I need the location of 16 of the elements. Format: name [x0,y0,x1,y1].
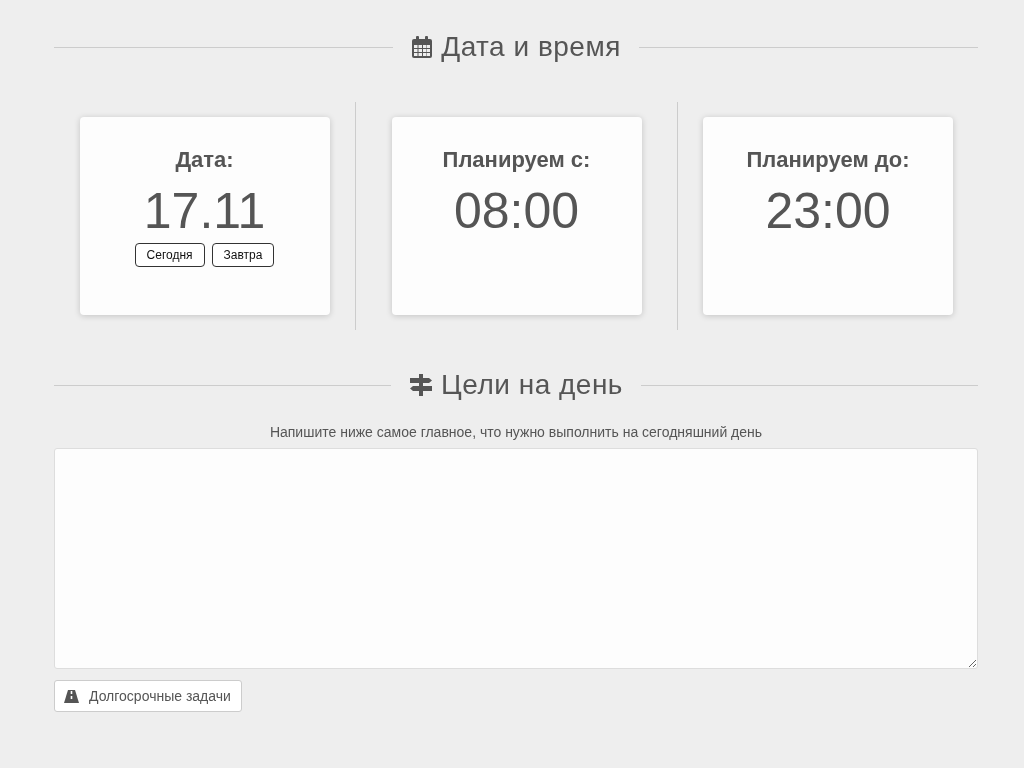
card-label: Дата: [175,147,234,173]
signpost-icon [409,373,434,397]
card-value: 23:00 [765,182,891,241]
calendar-icon [411,35,434,59]
card-label: Планируем с: [442,147,591,173]
road-icon [64,689,79,703]
long-term-tasks-button[interactable]: Долгосрочные задачи [54,680,242,712]
hint-text: Напишите ниже самое главное, что нужно выполнить на сегодняшний день [268,424,764,440]
section-title: Дата и время [441,31,621,63]
card-value: 17.11 [143,182,266,241]
card-label: Планируем до: [746,147,910,173]
card-value: 08:00 [453,182,580,241]
section-title: Цели на день [441,369,623,401]
day-button[interactable]: Завтра [211,243,275,267]
day-button[interactable]: Сегодня [134,243,205,267]
goals-text-area[interactable] [54,448,978,669]
